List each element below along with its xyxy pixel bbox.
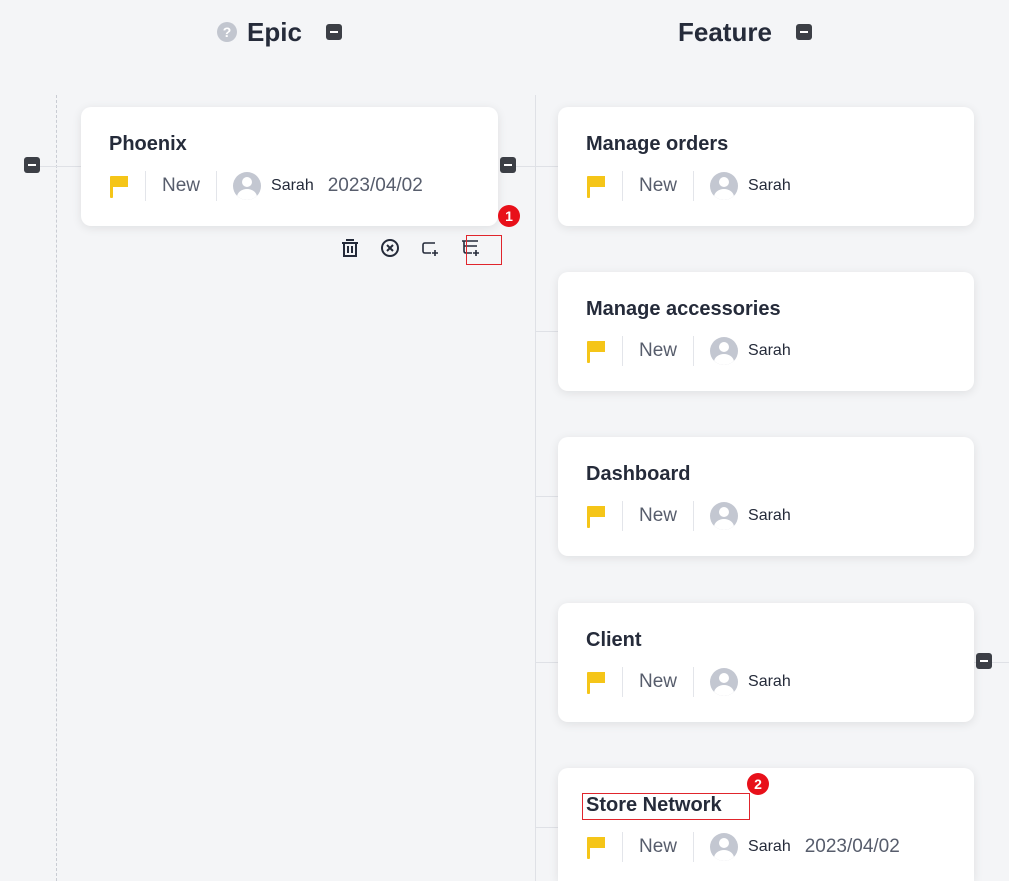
annotation-badge-1: 1	[498, 205, 520, 227]
card-meta: New Sarah 2023/04/02	[586, 830, 946, 864]
due-date[interactable]: 2023/04/02	[328, 175, 423, 197]
root-collapse-button[interactable]	[24, 157, 40, 173]
assignee-name[interactable]: Sarah	[748, 673, 791, 691]
annotation-box-2	[582, 793, 750, 820]
add-sibling-icon[interactable]	[418, 236, 442, 260]
annotation-badge-2: 2	[747, 773, 769, 795]
feature-tree-line	[535, 95, 536, 881]
feature-card[interactable]: Manage accessories New Sarah	[558, 272, 974, 391]
assignee-name[interactable]: Sarah	[748, 342, 791, 360]
due-date[interactable]: 2023/04/02	[805, 836, 900, 858]
status-label[interactable]: New	[162, 175, 200, 197]
avatar	[710, 337, 739, 365]
card-title[interactable]: Manage orders	[586, 131, 946, 157]
card-meta: New Sarah	[586, 499, 946, 533]
client-collapse-button[interactable]	[976, 653, 992, 669]
status-label[interactable]: New	[639, 340, 677, 362]
feature-collapse-button[interactable]	[795, 24, 812, 40]
divider	[693, 171, 695, 201]
status-label[interactable]: New	[639, 175, 677, 197]
feature-connector-3	[535, 496, 558, 497]
divider	[693, 501, 695, 531]
feature-card[interactable]: Client New Sarah	[558, 603, 974, 722]
assignee-name[interactable]: Sarah	[271, 177, 314, 195]
divider	[693, 832, 695, 862]
help-icon[interactable]: ?	[217, 22, 237, 42]
divider	[693, 336, 695, 366]
priority-flag-icon[interactable]	[586, 835, 606, 859]
avatar	[233, 172, 262, 200]
epic-guide-line	[56, 95, 57, 881]
assignee-name[interactable]: Sarah	[748, 177, 791, 195]
divider	[622, 832, 623, 862]
epic-column-header: ? Epic	[217, 14, 342, 50]
card-meta: New Sarah	[586, 169, 946, 203]
annotation-box-1	[466, 235, 502, 265]
epic-connector	[40, 166, 82, 167]
avatar	[710, 172, 739, 200]
status-label[interactable]: New	[639, 671, 677, 693]
priority-flag-icon[interactable]	[586, 670, 606, 694]
feature-connector-4	[535, 662, 558, 663]
priority-flag-icon[interactable]	[586, 504, 606, 528]
cancel-circle-icon[interactable]	[378, 236, 402, 260]
assignee-name[interactable]: Sarah	[748, 507, 791, 525]
epic-collapse-button[interactable]	[325, 24, 342, 40]
epic-card-collapse-button[interactable]	[500, 157, 516, 173]
epic-action-bar	[338, 236, 482, 260]
card-meta: New Sarah 2023/04/02	[109, 169, 470, 203]
epic-card[interactable]: Phoenix New Sarah 2023/04/02	[81, 107, 498, 226]
trash-icon[interactable]	[338, 236, 362, 260]
feature-card[interactable]: Dashboard New Sarah	[558, 437, 974, 556]
status-label[interactable]: New	[639, 505, 677, 527]
divider	[693, 667, 695, 697]
avatar	[710, 833, 739, 861]
priority-flag-icon[interactable]	[109, 174, 129, 198]
card-title[interactable]: Phoenix	[109, 131, 470, 157]
avatar	[710, 502, 739, 530]
divider	[145, 171, 146, 201]
feature-column-title: Feature	[678, 16, 772, 47]
priority-flag-icon[interactable]	[586, 339, 606, 363]
feature-column-header: Feature	[678, 14, 812, 50]
priority-flag-icon[interactable]	[586, 174, 606, 198]
feature-card[interactable]: Manage orders New Sarah	[558, 107, 974, 226]
epic-column-title: Epic	[247, 16, 302, 47]
card-title[interactable]: Dashboard	[586, 461, 946, 487]
card-title[interactable]: Manage accessories	[586, 296, 946, 322]
divider	[216, 171, 218, 201]
divider	[622, 171, 623, 201]
card-meta: New Sarah	[586, 334, 946, 368]
feature-connector-5	[535, 827, 558, 828]
assignee-name[interactable]: Sarah	[748, 838, 791, 856]
card-title[interactable]: Client	[586, 627, 946, 653]
card-meta: New Sarah	[586, 665, 946, 699]
divider	[622, 336, 623, 366]
feature-connector-2	[535, 331, 558, 332]
divider	[622, 501, 623, 531]
divider	[622, 667, 623, 697]
status-label[interactable]: New	[639, 836, 677, 858]
avatar	[710, 668, 739, 696]
